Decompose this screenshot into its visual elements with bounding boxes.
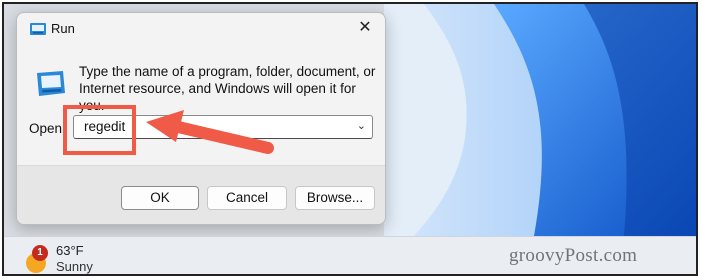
chevron-down-icon[interactable]: ⌄ — [357, 119, 366, 132]
weather-condition[interactable]: Sunny — [56, 259, 93, 274]
close-icon: ✕ — [358, 19, 372, 36]
notification-badge: 1 — [32, 245, 48, 261]
weather-sun-icon[interactable]: 1 — [24, 245, 52, 273]
dialog-footer: OK Cancel Browse... — [17, 165, 385, 224]
cancel-button[interactable]: Cancel — [207, 186, 287, 210]
ok-button[interactable]: OK — [121, 186, 199, 210]
desktop-wallpaper — [384, 4, 696, 236]
run-icon — [30, 23, 46, 35]
title-bar[interactable]: Run ✕ — [17, 13, 385, 43]
browse-button[interactable]: Browse... — [295, 186, 375, 210]
annotation-arrow — [146, 110, 274, 154]
weather-temperature[interactable]: 63°F — [56, 243, 84, 258]
run-icon — [37, 71, 65, 96]
close-button[interactable]: ✕ — [345, 13, 385, 43]
window-title: Run — [51, 21, 75, 36]
watermark: groovyPost.com — [509, 245, 638, 266]
annotation-highlight-box — [63, 105, 136, 155]
open-label: Open: — [29, 121, 66, 136]
screenshot-frame: Run ✕ Type the name of a program, folder… — [2, 2, 698, 276]
